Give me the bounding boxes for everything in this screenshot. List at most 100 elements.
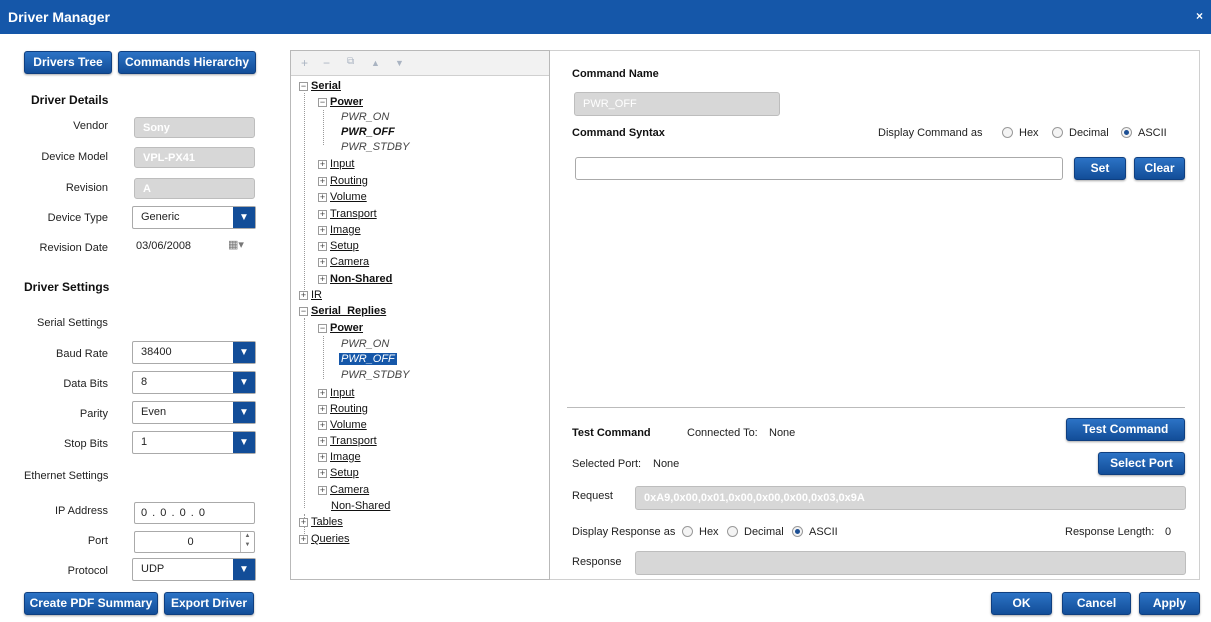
test-command-button[interactable]: Test Command <box>1066 418 1185 441</box>
port-input[interactable]: 0 ▲ ▼ <box>134 531 255 553</box>
collapse-icon[interactable]: − <box>318 324 327 333</box>
export-driver-button[interactable]: Export Driver <box>164 592 254 615</box>
remove-icon[interactable]: − <box>323 56 330 70</box>
expand-icon[interactable]: + <box>318 160 327 169</box>
tree-node-non-shared[interactable]: + Non-Shared <box>318 273 392 286</box>
expand-icon[interactable]: + <box>299 291 308 300</box>
chevron-down-icon[interactable]: ▼ <box>233 402 255 423</box>
expand-icon[interactable]: + <box>318 210 327 219</box>
chevron-down-icon[interactable]: ▼ <box>233 372 255 393</box>
parity-select[interactable]: Even ▼ <box>132 401 256 424</box>
close-icon[interactable]: × <box>1196 9 1203 23</box>
protocol-label: Protocol <box>67 565 108 577</box>
drivers-tree-button[interactable]: Drivers Tree <box>24 51 112 74</box>
tree-node-replies-input[interactable]: + Input <box>318 387 354 400</box>
tree-node-serial[interactable]: − Serial <box>299 80 341 93</box>
expand-icon[interactable]: + <box>299 535 308 544</box>
select-port-button[interactable]: Select Port <box>1098 452 1185 475</box>
expand-icon[interactable]: + <box>318 469 327 478</box>
data-bits-select[interactable]: 8 ▼ <box>132 371 256 394</box>
tree-leaf-replies-pwr-off[interactable]: PWR_OFF <box>339 353 397 366</box>
response-hex-label: Hex <box>699 526 719 538</box>
display-decimal-radio[interactable] <box>1052 127 1063 138</box>
expand-icon[interactable]: + <box>318 193 327 202</box>
tree-node-replies-camera[interactable]: + Camera <box>318 484 369 497</box>
tree-node-volume[interactable]: + Volume <box>318 191 367 204</box>
stop-bits-select[interactable]: 1 ▼ <box>132 431 256 454</box>
chevron-down-icon[interactable]: ▼ <box>233 207 255 228</box>
response-ascii-radio[interactable] <box>792 526 803 537</box>
move-down-icon[interactable]: ▼ <box>395 58 404 68</box>
tree-node-queries[interactable]: + Queries <box>299 533 350 546</box>
port-label: Port <box>87 535 108 547</box>
chevron-down-icon[interactable]: ▼ <box>233 559 255 580</box>
selected-port-label: Selected Port: <box>572 458 642 470</box>
tree-node-camera[interactable]: + Camera <box>318 256 369 269</box>
expand-icon[interactable]: + <box>299 518 308 527</box>
tree-node-replies-setup[interactable]: + Setup <box>318 467 359 480</box>
tree-node-tables[interactable]: + Tables <box>299 516 343 529</box>
tree-node-serial-replies[interactable]: − Serial_Replies <box>299 305 386 318</box>
tree-node-transport[interactable]: + Transport <box>318 208 377 221</box>
tree-node-replies-routing[interactable]: + Routing <box>318 403 368 416</box>
response-decimal-radio[interactable] <box>727 526 738 537</box>
create-pdf-summary-button[interactable]: Create PDF Summary <box>24 592 158 615</box>
collapse-icon[interactable]: − <box>299 307 308 316</box>
copy-icon[interactable]: ⧉ <box>347 56 354 67</box>
tree-node-replies-power[interactable]: − Power <box>318 322 363 335</box>
connected-to-value: None <box>769 427 796 439</box>
tree-node-input[interactable]: + Input <box>318 158 354 171</box>
tree-node-replies-transport[interactable]: + Transport <box>318 435 377 448</box>
cancel-button[interactable]: Cancel <box>1062 592 1131 615</box>
expand-icon[interactable]: + <box>318 226 327 235</box>
expand-icon[interactable]: + <box>318 405 327 414</box>
apply-button[interactable]: Apply <box>1139 592 1200 615</box>
tree-node-replies-non-shared[interactable]: Non-Shared <box>331 500 390 513</box>
tree-node-replies-image[interactable]: + Image <box>318 451 361 464</box>
expand-icon[interactable]: + <box>318 421 327 430</box>
display-hex-radio[interactable] <box>1002 127 1013 138</box>
tree-leaf-pwr-stdby[interactable]: PWR_STDBY <box>341 141 409 154</box>
tree-leaf-pwr-on[interactable]: PWR_ON <box>341 111 389 124</box>
ip-address-input[interactable]: 0 . 0 . 0 . 0 <box>134 502 255 524</box>
display-ascii-radio[interactable] <box>1121 127 1132 138</box>
collapse-icon[interactable]: − <box>318 98 327 107</box>
tree-node-routing[interactable]: + Routing <box>318 175 368 188</box>
tree-leaf-replies-pwr-stdby[interactable]: PWR_STDBY <box>341 369 409 382</box>
ok-button[interactable]: OK <box>991 592 1052 615</box>
expand-icon[interactable]: + <box>318 486 327 495</box>
move-up-icon[interactable]: ▲ <box>371 58 380 68</box>
baud-rate-select[interactable]: 38400 ▼ <box>132 341 256 364</box>
expand-icon[interactable]: + <box>318 389 327 398</box>
tree-guide-line <box>323 110 324 145</box>
expand-icon[interactable]: + <box>318 242 327 251</box>
calendar-icon[interactable]: ▦▾ <box>228 238 244 251</box>
tree-leaf-replies-pwr-on[interactable]: PWR_ON <box>341 338 389 351</box>
clear-button[interactable]: Clear <box>1134 157 1185 180</box>
expand-icon[interactable]: + <box>318 177 327 186</box>
set-button[interactable]: Set <box>1074 157 1126 180</box>
chevron-down-icon[interactable]: ▼ <box>233 342 255 363</box>
response-hex-radio[interactable] <box>682 526 693 537</box>
command-syntax-input[interactable] <box>575 157 1063 180</box>
tree-node-replies-volume[interactable]: + Volume <box>318 419 367 432</box>
protocol-select[interactable]: UDP ▼ <box>132 558 256 581</box>
tree-leaf-pwr-off[interactable]: PWR_OFF <box>341 126 395 139</box>
tree-node-image[interactable]: + Image <box>318 224 361 237</box>
commands-hierarchy-button[interactable]: Commands Hierarchy <box>118 51 256 74</box>
expand-icon[interactable]: + <box>318 437 327 446</box>
device-type-select[interactable]: Generic ▼ <box>132 206 256 229</box>
add-icon[interactable]: + <box>301 56 308 70</box>
tree-node-setup[interactable]: + Setup <box>318 240 359 253</box>
tree-node-power[interactable]: − Power <box>318 96 363 109</box>
chevron-down-icon[interactable]: ▼ <box>233 432 255 453</box>
tree-node-ir[interactable]: + IR <box>299 289 322 302</box>
command-name-label: Command Name <box>572 68 659 80</box>
expand-icon[interactable]: + <box>318 275 327 284</box>
device-model-label: Device Model <box>41 151 108 163</box>
spinner-icon[interactable]: ▲ ▼ <box>240 532 254 552</box>
expand-icon[interactable]: + <box>318 258 327 267</box>
revision-date-value[interactable]: 03/06/2008 <box>136 240 191 252</box>
expand-icon[interactable]: + <box>318 453 327 462</box>
collapse-icon[interactable]: − <box>299 82 308 91</box>
